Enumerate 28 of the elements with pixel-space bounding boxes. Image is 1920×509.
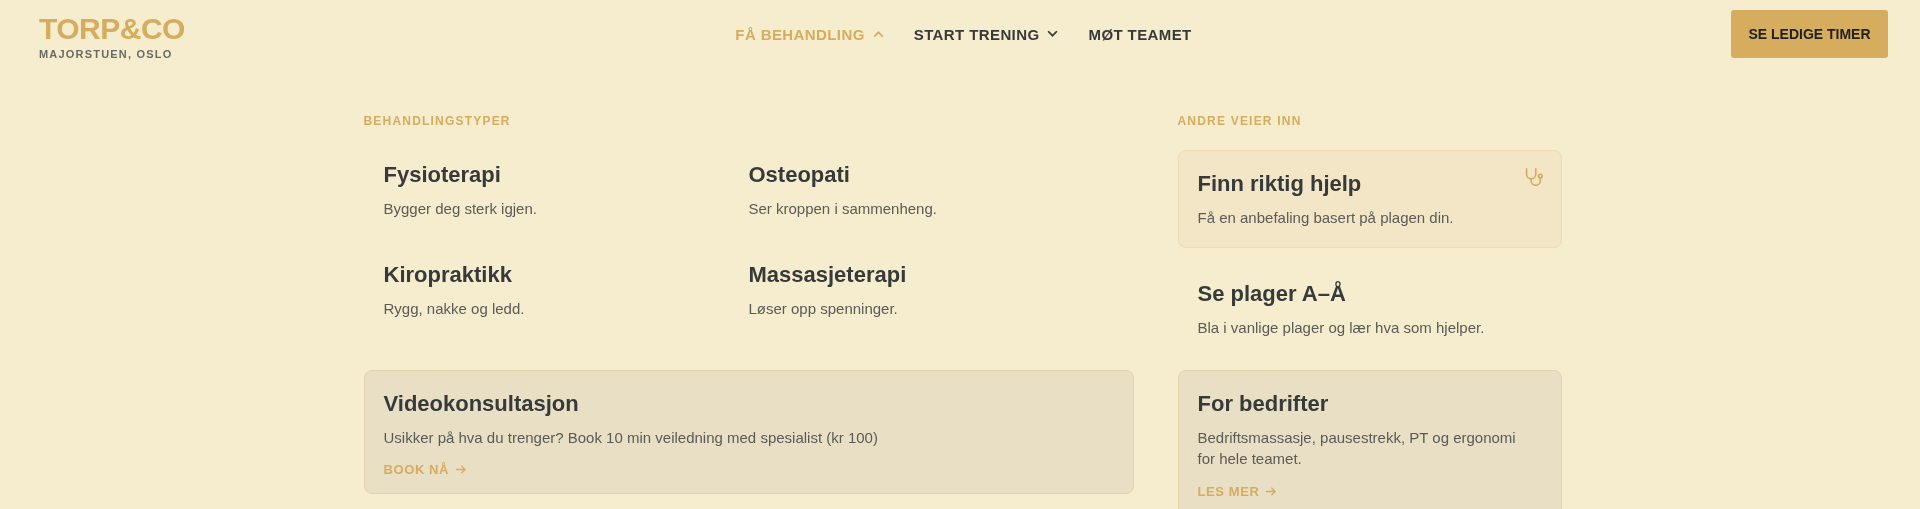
card-description: Bla i vanlige plager og lær hva som hjelper. <box>1197 317 1486 338</box>
video-card[interactable]: Videokonsultasjon Usikker på hva du trenger? Book 10 min veiledning med spesialist (kr 100) BOOK NÅ <box>363 369 1134 495</box>
treatment-description: Ser kroppen i sammenheng. <box>748 199 938 219</box>
section-heading: BEHANDLINGSTYPER <box>363 114 512 128</box>
treatment-title[interactable]: Osteopati <box>748 162 850 188</box>
treatment-title[interactable]: Fysioterapi <box>383 162 501 188</box>
option-card[interactable]: Se plager A–Å Bla i vanlige plager og lær hva som hjelper. <box>1177 259 1562 358</box>
book-button[interactable]: SE LEDIGE TIMER <box>1731 9 1888 58</box>
nav-link[interactable]: START TRENING <box>913 25 1059 43</box>
location-text: MAJORSTUEN, OSLO <box>39 48 173 60</box>
option-card[interactable]: For bedrifter Bedriftsmassasje, pausestrekk, PT og ergonomi for hele teamet. LES MER <box>1177 369 1562 509</box>
card-title: Finn riktig hjelp <box>1197 171 1362 197</box>
card-title: Videokonsultasjon <box>383 390 579 417</box>
treatment-description: Bygger deg sterk igjen. <box>383 199 538 219</box>
card-description: Usikker på hva du trenger? Book 10 min veiledning med spesialist (kr 100) <box>383 427 879 448</box>
treatment-description: Løser opp spenninger. <box>748 298 899 319</box>
nav-link[interactable]: MØT TEAMET <box>1088 25 1192 43</box>
treatment-title[interactable]: Kiropraktikk <box>383 261 512 288</box>
card-description: Få en anbefaling basert på plagen din. <box>1197 208 1455 228</box>
arrow-right-icon <box>1265 486 1277 497</box>
card-description: Bedriftsmassasje, pausestrekk, PT og ergonomi for hele teamet. <box>1197 427 1517 470</box>
treatment-description: Rygg, nakke og ledd. <box>383 298 526 319</box>
section-heading: ANDRE VEIER INN <box>1177 114 1303 128</box>
card-title: For bedrifter <box>1197 390 1329 417</box>
card-title: Se plager A–Å <box>1197 280 1346 307</box>
treatment-title[interactable]: Massasjeterapi <box>748 261 907 288</box>
arrow-right-icon <box>455 464 467 476</box>
option-card[interactable]: Finn riktig hjelp Få en anbefaling basert på plagen din. <box>1177 150 1562 248</box>
